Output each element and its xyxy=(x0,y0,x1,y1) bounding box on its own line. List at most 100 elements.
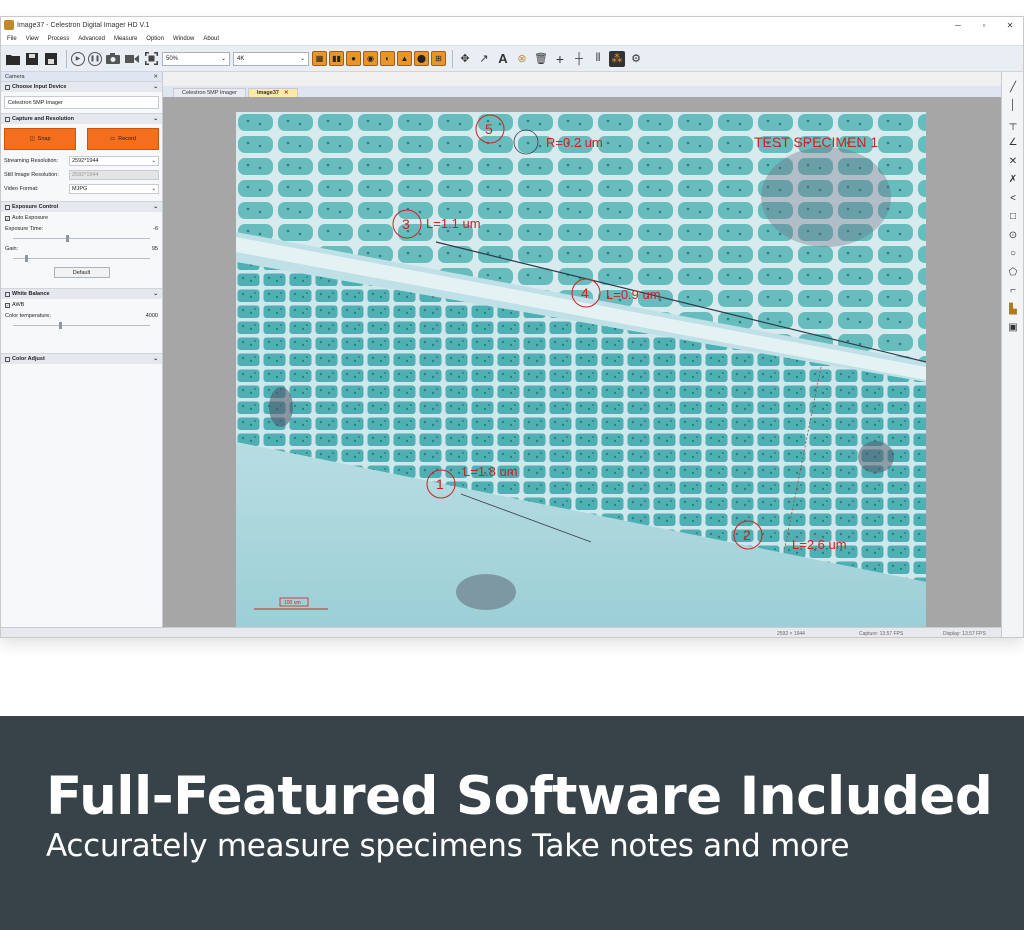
streaming-select[interactable]: 2592*1944 ⌄ xyxy=(69,156,159,166)
pause-square-icon[interactable]: ▮▮ xyxy=(329,51,344,66)
exposure-icon xyxy=(5,204,10,210)
compass-icon[interactable]: ◉ xyxy=(363,51,378,66)
menu-measure[interactable]: Measure xyxy=(114,36,137,42)
cross-tool-icon[interactable]: ✕ xyxy=(1006,154,1020,168)
play-icon[interactable]: ▶ xyxy=(71,51,85,66)
circle-center-tool-icon[interactable]: ⊙ xyxy=(1006,228,1020,242)
bracket-tool-icon[interactable]: ⌐ xyxy=(1006,284,1020,298)
menu-process[interactable]: Process xyxy=(48,36,70,42)
minimize-button[interactable]: ─ xyxy=(945,17,971,33)
crosshair-icon[interactable]: + xyxy=(552,51,568,67)
resolution-select[interactable]: 4K ⌄ xyxy=(233,51,309,66)
maximize-button[interactable]: ▫ xyxy=(971,17,997,33)
half-circle-icon[interactable]: ◐ xyxy=(380,51,395,66)
drawing-tools: ╱ │ ┬ ∠ ✕ ✗ < □ ⊙ ○ ⬠ ⌐ ▙ ▣ xyxy=(1001,72,1023,637)
save-as-icon[interactable] xyxy=(43,51,59,67)
menu-advanced[interactable]: Advanced xyxy=(78,36,105,42)
color-temp-slider[interactable] xyxy=(13,321,150,331)
slider-thumb[interactable] xyxy=(66,235,70,242)
chevron-down-icon: ⌄ xyxy=(153,356,158,362)
panel-header: Camera ✕ xyxy=(1,72,162,81)
grid-icon[interactable]: ▦ xyxy=(312,51,327,66)
menu-file[interactable]: File xyxy=(7,36,17,42)
angle-tool-icon[interactable]: ∠ xyxy=(1006,136,1020,150)
section-exposure[interactable]: Exposure Control ⌄ xyxy=(1,201,162,212)
measure-line-icon[interactable]: ┼ xyxy=(571,51,587,67)
format-select[interactable]: MJPG ⌄ xyxy=(69,184,159,194)
crop-icon[interactable]: ⊞ xyxy=(431,51,446,66)
menu-about[interactable]: About xyxy=(203,36,219,42)
zoom-select[interactable]: 50% ⌄ xyxy=(162,51,230,66)
tab-close-icon[interactable]: ✕ xyxy=(284,90,289,96)
slider-thumb[interactable] xyxy=(59,322,63,329)
exposure-slider[interactable] xyxy=(13,234,150,244)
trash-icon[interactable]: 🗑 xyxy=(533,51,549,67)
scale-bar-label: 100 um xyxy=(284,600,301,606)
vertex-tool-icon[interactable]: < xyxy=(1006,191,1020,205)
still-value: 2592*1944 xyxy=(72,172,99,178)
menu-window[interactable]: Window xyxy=(173,36,194,42)
menu-option[interactable]: Option xyxy=(146,36,164,42)
rectangle-tool-icon[interactable]: □ xyxy=(1006,210,1020,224)
device-icon xyxy=(5,84,10,90)
awb-checkbox[interactable]: ✓ AWB xyxy=(1,299,162,311)
dimension-tool-icon[interactable]: ┬ xyxy=(1006,117,1020,131)
move-icon[interactable]: ✥ xyxy=(457,51,473,67)
line-tool-icon[interactable]: ╱ xyxy=(1006,80,1020,94)
streaming-row: Streaming Resolution: 2592*1944 ⌄ xyxy=(1,154,162,168)
pause-icon[interactable]: ❚❚ xyxy=(88,51,102,66)
record-dot-icon[interactable]: ● xyxy=(346,51,361,66)
open-folder-icon[interactable] xyxy=(5,51,21,67)
layers-icon[interactable]: ⁂ xyxy=(609,50,625,67)
panel-title: Camera xyxy=(5,73,25,80)
tab-live-camera[interactable]: Celestron 5MP Imager xyxy=(173,88,246,97)
camera-icon[interactable] xyxy=(105,51,121,67)
cancel-icon[interactable]: ⊗ xyxy=(514,51,530,67)
snap-button[interactable]: ◫ Snap xyxy=(4,128,76,150)
banner-headline: Full-Featured Software Included xyxy=(46,766,993,827)
section-input-device[interactable]: Choose Input Device ⌄ xyxy=(1,81,162,92)
close-button[interactable]: ✕ xyxy=(997,17,1023,33)
save-measurement-icon[interactable]: ▣ xyxy=(1006,321,1020,335)
multi-angle-tool-icon[interactable]: ✗ xyxy=(1006,173,1020,187)
circle-tool-icon[interactable]: ○ xyxy=(1006,247,1020,261)
device-list-item[interactable]: Celestron 5MP Imager xyxy=(4,96,159,109)
streaming-label: Streaming Resolution: xyxy=(4,158,59,164)
tab-label: Image37 xyxy=(256,90,279,96)
section-white-balance[interactable]: White Balance ⌄ xyxy=(1,288,162,299)
slider-thumb[interactable] xyxy=(25,255,29,262)
slider-track xyxy=(13,238,150,239)
calibration-icon[interactable]: ⦀ xyxy=(590,51,606,67)
slider-track xyxy=(13,258,150,259)
section-capture[interactable]: Capture and Resolution ⌄ xyxy=(1,113,162,124)
triangle-icon[interactable]: ▲ xyxy=(397,51,412,66)
layer-tool-icon[interactable]: ▙ xyxy=(1006,302,1020,316)
page: Image37 - Celestron Digital Imager HD V.… xyxy=(0,0,1024,930)
arrow-tool-icon[interactable]: ↗ xyxy=(476,51,492,67)
video-icon[interactable] xyxy=(124,51,140,67)
app-icon xyxy=(4,20,14,30)
polygon-tool-icon[interactable]: ⬠ xyxy=(1006,265,1020,279)
banner-subline: Accurately measure specimens Take notes … xyxy=(46,828,850,864)
vertical-line-tool-icon[interactable]: │ xyxy=(1006,99,1020,113)
default-button[interactable]: Default xyxy=(53,267,110,278)
auto-exposure-checkbox[interactable]: ✓ Auto Exposure xyxy=(1,212,162,224)
section-color-adjust[interactable]: Color Adjust ⌄ xyxy=(1,353,162,364)
image-viewer[interactable]: 1 L=1.8 um 2 L=2.6 um 3 L=1.1 um 4 L=0.9… xyxy=(163,97,1001,627)
gear-icon[interactable]: ⚙ xyxy=(628,51,644,67)
fit-screen-icon[interactable] xyxy=(143,51,159,67)
chevron-down-icon: ⌄ xyxy=(220,56,226,62)
panel-close-icon[interactable]: ✕ xyxy=(153,74,158,80)
tab-image[interactable]: Image37 ✕ xyxy=(247,88,298,97)
record-button[interactable]: ▭ Record xyxy=(87,128,159,150)
menu-view[interactable]: View xyxy=(26,36,39,42)
still-row: Still Image Resolution: 2592*1944 xyxy=(1,168,162,182)
specimen-image[interactable]: 1 L=1.8 um 2 L=2.6 um 3 L=1.1 um 4 L=0.9… xyxy=(236,112,926,627)
save-icon[interactable] xyxy=(24,51,40,67)
text-tool-icon[interactable]: A xyxy=(495,51,511,67)
format-value: MJPG xyxy=(72,186,88,192)
display-fps: Display: 13.57 FPS xyxy=(943,631,986,637)
awb-label: AWB xyxy=(12,302,25,308)
gain-slider[interactable] xyxy=(13,254,150,264)
dot-icon[interactable]: ⬤ xyxy=(414,51,429,66)
